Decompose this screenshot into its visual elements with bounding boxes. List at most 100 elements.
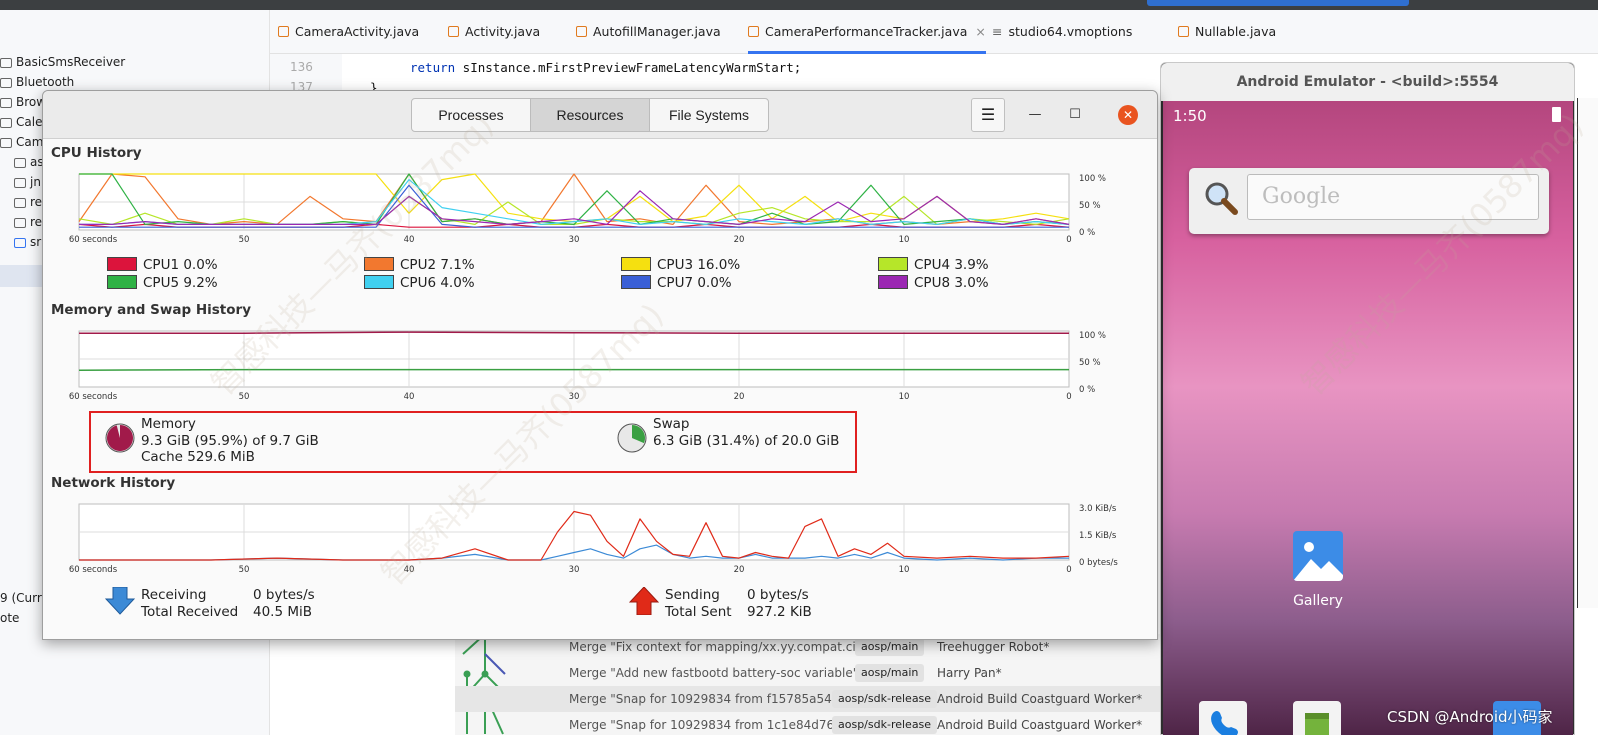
memory-x-tick-label: 0 <box>1066 392 1071 402</box>
android-home-screen[interactable]: 1:50 Google Gallery <box>1163 101 1573 735</box>
cpu-legend-item-cpu7[interactable]: CPU7 0.0% <box>621 275 732 291</box>
search-icon <box>1205 182 1238 215</box>
project-item[interactable]: Bluetooth <box>0 72 74 92</box>
cpu-legend-item-cpu3[interactable]: CPU3 16.0% <box>621 257 740 273</box>
market-app-icon[interactable] <box>1293 701 1341 735</box>
cpu-legend-label: CPU2 7.1% <box>400 257 475 273</box>
line-number: 136 <box>290 60 313 74</box>
cpu-x-tick-label: 30 <box>569 235 580 245</box>
memory-x-tick-label: 10 <box>899 392 910 402</box>
commit-author: Android Build Coastguard Worker* <box>937 692 1143 706</box>
tab-label: Nullable.java <box>1195 24 1277 39</box>
memory-x-tick-label: 60 seconds <box>69 392 118 402</box>
network-x-tick-label: 60 seconds <box>69 565 118 575</box>
project-item-label: re <box>30 195 43 209</box>
project-item[interactable]: re <box>14 192 42 212</box>
cpu-legend-label: CPU4 3.9% <box>914 257 989 273</box>
line-gutter: 136 137 <box>270 54 342 94</box>
swap-info: Swap 6.3 GiB (31.4%) of 20.0 GiB <box>653 416 839 449</box>
memory-label: Memory <box>141 416 196 432</box>
network-x-tick-label: 30 <box>569 565 580 575</box>
memory-y-tick-label: 50 % <box>1079 358 1101 368</box>
swap-label: Swap <box>653 416 690 432</box>
cpu-legend-item-cpu5[interactable]: CPU5 9.2% <box>107 275 218 291</box>
cpu-legend-item-cpu2[interactable]: CPU2 7.1% <box>364 257 475 273</box>
cpu-color-swatch[interactable] <box>621 275 651 289</box>
project-item[interactable]: jni <box>14 172 44 192</box>
cpu-x-tick-label: 0 <box>1066 235 1071 245</box>
cpu-legend-item-cpu4[interactable]: CPU4 3.9% <box>878 257 989 273</box>
receiving-label: Receiving <box>141 587 207 603</box>
memory-x-tick-label: 40 <box>404 392 415 402</box>
ide-run-widget[interactable] <box>1147 0 1409 6</box>
tab-close-icon[interactable]: × <box>975 24 985 39</box>
project-item[interactable]: re <box>14 212 42 232</box>
total-sent-label: Total Sent <box>665 603 732 620</box>
folder-icon <box>0 137 12 148</box>
gallery-app-label[interactable]: Gallery <box>1283 593 1353 609</box>
tab-camera-performance-tracker[interactable]: CameraPerformanceTracker.java × <box>748 10 986 54</box>
battery-icon <box>1552 107 1561 122</box>
project-item[interactable]: Caler <box>0 112 47 132</box>
cpu-x-tick-label: 40 <box>404 235 415 245</box>
cpu-color-swatch[interactable] <box>878 257 908 271</box>
tab-studio64-vmoptions[interactable]: ≡ studio64.vmoptions <box>992 10 1132 54</box>
memory-info: Memory 9.3 GiB (95.9%) of 9.7 GiB Cache … <box>141 416 319 466</box>
commit-message: Merge "Snap for 10929834 from f15785a54d… <box>569 692 859 706</box>
csdn-footer-watermark: CSDN @Android小码家 <box>1387 708 1553 726</box>
gallery-app-icon[interactable] <box>1293 531 1343 581</box>
memory-y-tick-label: 0 % <box>1079 385 1095 395</box>
cpu-legend-label: CPU7 0.0% <box>657 275 732 291</box>
swap-series-line <box>78 368 1069 371</box>
cpu-color-swatch[interactable] <box>107 257 137 271</box>
cpu-legend-item-cpu6[interactable]: CPU6 4.0% <box>364 275 475 291</box>
project-item-label: Bluetooth <box>16 75 75 89</box>
status-clock: 1:50 <box>1173 107 1207 125</box>
project-bottom-item[interactable]: ote <box>0 608 19 628</box>
commit-author: Android Build Coastguard Worker* <box>937 718 1143 732</box>
google-search-input[interactable]: Google <box>1247 174 1539 220</box>
commit-message: Merge "Snap for 10929834 from 1c1e84d764… <box>569 718 858 732</box>
tab-camera-activity[interactable]: CameraActivity.java <box>278 10 419 54</box>
cpu-y-tick-label: 50 % <box>1079 201 1101 211</box>
tab-nullable[interactable]: Nullable.java <box>1178 10 1276 54</box>
git-log-row[interactable]: Merge "Snap for 10929834 from f15785a54d… <box>455 686 1160 712</box>
tab-autofill-manager[interactable]: AutofillManager.java <box>576 10 721 54</box>
network-y-tick-label: 1.5 KiB/s <box>1079 531 1117 541</box>
project-item[interactable]: as <box>14 152 44 172</box>
commit-author: Harry Pan* <box>937 666 1002 680</box>
cpu-legend-item-cpu1[interactable]: CPU1 0.0% <box>107 257 218 273</box>
memory-pie-icon <box>105 423 135 453</box>
java-file-icon <box>748 26 759 37</box>
folder-icon <box>14 217 26 228</box>
tab-label: Activity.java <box>465 24 541 39</box>
code-line: return sInstance.mFirstPreviewFrameLaten… <box>410 60 801 75</box>
network-x-tick-label: 10 <box>899 565 910 575</box>
google-search-widget[interactable]: Google <box>1189 168 1549 234</box>
cpu-legend-item-cpu8[interactable]: CPU8 3.0% <box>878 275 989 291</box>
cpu-color-swatch[interactable] <box>364 275 394 289</box>
cpu-color-swatch[interactable] <box>621 257 651 271</box>
cpu-color-swatch[interactable] <box>878 275 908 289</box>
cpu-legend-label: CPU3 16.0% <box>657 257 741 273</box>
tab-activity[interactable]: Activity.java <box>448 10 540 54</box>
cpu-color-swatch[interactable] <box>107 275 137 289</box>
project-item[interactable]: BasicSmsReceiver <box>0 52 125 72</box>
total-sent-value: 927.2 KiB <box>747 603 812 620</box>
project-item-label: re <box>30 215 43 229</box>
tab-label: CameraActivity.java <box>295 24 420 39</box>
ide-top-bar <box>0 0 1598 10</box>
cpu-color-swatch[interactable] <box>364 257 394 271</box>
code-text: sInstance.mFirstPreviewFrameLatencyWarmS… <box>455 60 802 75</box>
total-received-label: Total Received <box>141 603 239 620</box>
project-item[interactable]: sr <box>14 232 41 252</box>
git-log-row[interactable]: Merge "Snap for 10929834 from 1c1e84d764… <box>455 712 1160 735</box>
cpu-legend-label: CPU5 9.2% <box>143 275 218 291</box>
cpu-legend-label: CPU6 4.0% <box>400 275 475 291</box>
git-log-panel: Merge "Fix context for mapping/xx.yy.com… <box>455 634 1160 735</box>
cpu-legend-label: CPU1 0.0% <box>143 257 218 273</box>
phone-app-icon[interactable] <box>1199 701 1247 735</box>
git-log-row[interactable]: Merge "Add new fastbootd battery-soc var… <box>455 660 1160 686</box>
emulator-side-toolbar[interactable] <box>1577 98 1598 608</box>
folder-icon <box>14 197 26 208</box>
